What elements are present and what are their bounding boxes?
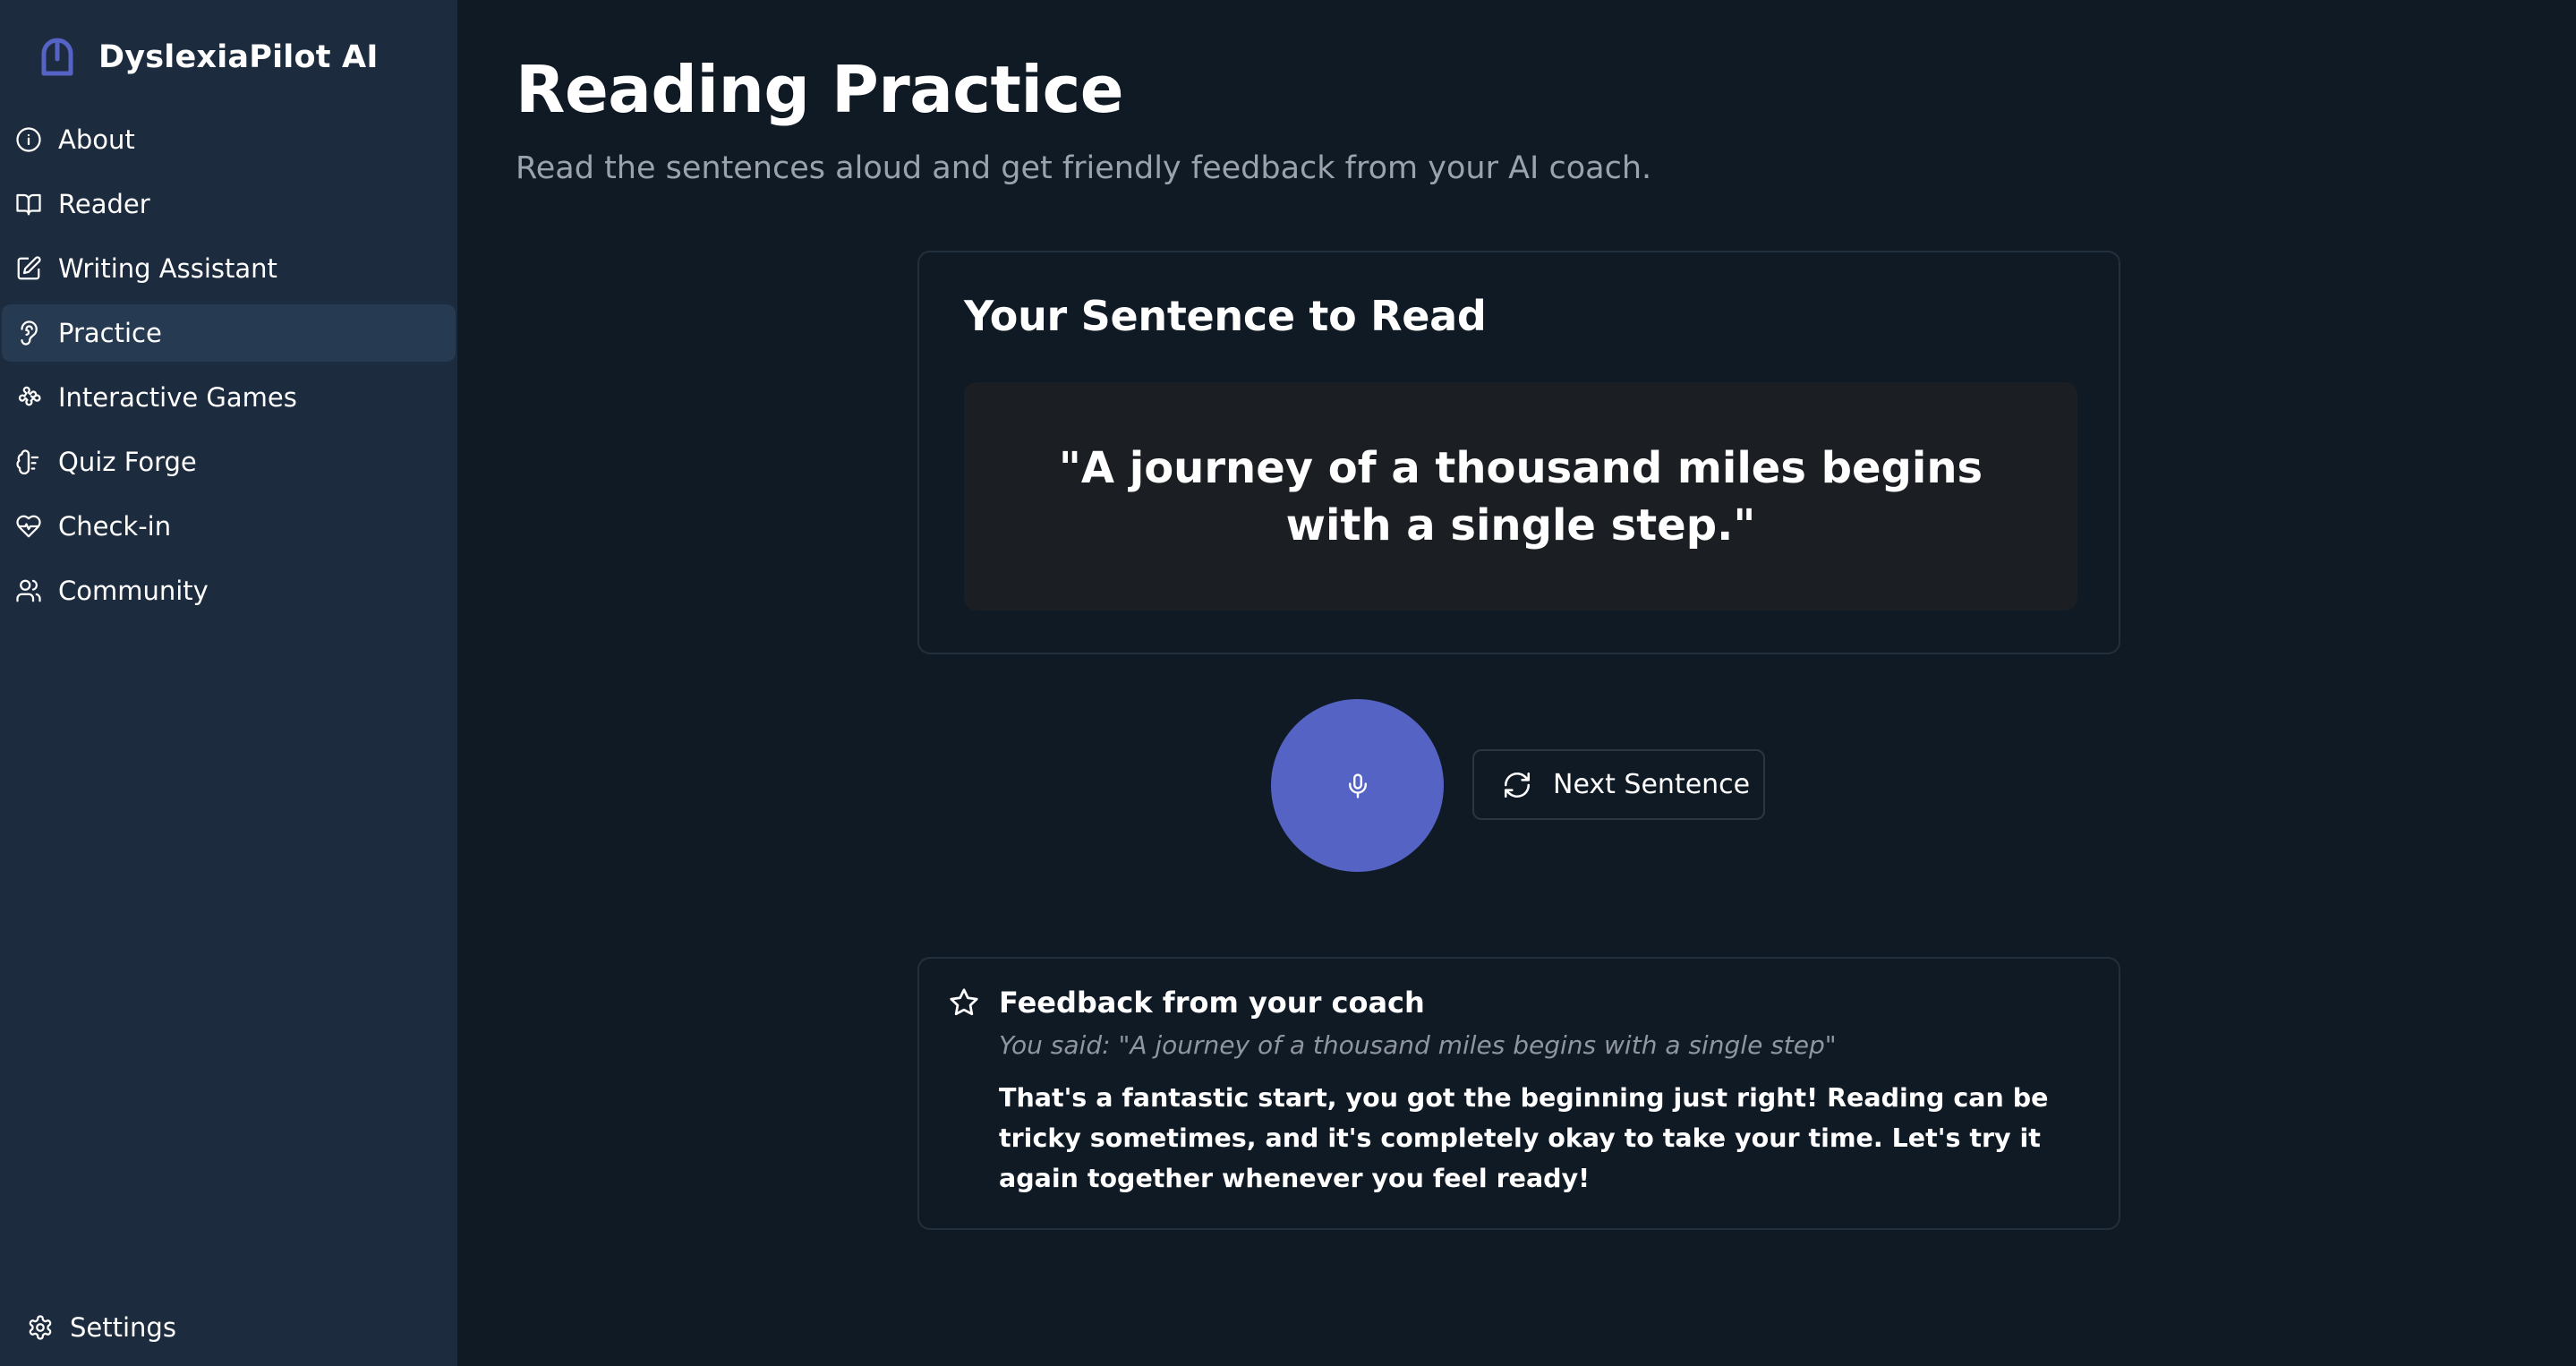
puzzle-icon [15,384,42,411]
sidebar-item-about[interactable]: About [2,111,456,168]
main-content: Reading Practice Read the sentences alou… [457,0,2576,1366]
star-icon [950,988,978,1016]
microphone-icon [1348,773,1367,798]
next-sentence-label: Next Sentence [1553,769,1751,800]
book-open-icon [15,191,42,218]
record-button[interactable] [1271,699,1444,872]
ear-icon [15,320,42,346]
sidebar-item-label: Interactive Games [58,382,297,413]
sidebar-item-label: Community [58,576,209,606]
refresh-icon [1501,769,1533,801]
settings-label: Settings [70,1312,176,1343]
sidebar-item-label: About [58,124,135,155]
page-title: Reading Practice [516,52,1124,127]
sidebar-item-interactive-games[interactable]: Interactive Games [2,369,456,426]
sidebar-item-community[interactable]: Community [2,562,456,619]
users-icon [15,577,42,604]
sidebar: DyslexiaPilot AI About Reader Writing As… [0,0,457,1366]
sidebar-item-check-in[interactable]: Check-in [2,498,456,555]
sentence-card-title: Your Sentence to Read [964,292,1487,340]
info-icon [15,126,42,153]
feedback-card: Feedback from your coach You said: "A jo… [917,957,2120,1230]
brand[interactable]: DyslexiaPilot AI [36,34,379,81]
sidebar-item-quiz-forge[interactable]: Quiz Forge [2,433,456,491]
gear-icon [27,1314,54,1341]
transcript-text: You said: "A journey of a thousand miles… [999,1030,1837,1060]
brain-icon [15,448,42,475]
app-name: DyslexiaPilot AI [98,39,379,75]
sidebar-item-label: Reader [58,189,150,219]
edit-icon [15,255,42,282]
feedback-title: Feedback from your coach [999,986,1425,1020]
sidebar-item-label: Quiz Forge [58,447,197,477]
settings-button[interactable]: Settings [27,1307,176,1348]
feedback-message: That's a fantastic start, you got the be… [999,1083,2049,1193]
sentence-text: "A journey of a thousand miles begins wi… [1058,442,1983,551]
sentence-card: Your Sentence to Read "A journey of a th… [917,251,2120,654]
sidebar-item-label: Check-in [58,511,172,542]
sidebar-item-label: Writing Assistant [58,253,277,284]
logo-icon [41,38,73,76]
sentence-box: "A journey of a thousand miles begins wi… [964,382,2077,610]
next-sentence-button[interactable]: Next Sentence [1472,749,1765,820]
sidebar-item-writing-assistant[interactable]: Writing Assistant [2,240,456,297]
sidebar-item-reader[interactable]: Reader [2,175,456,233]
page-subtitle: Read the sentences aloud and get friendl… [516,150,1652,186]
sidebar-item-practice[interactable]: Practice [2,304,456,362]
sidebar-item-label: Practice [58,318,162,348]
heart-pulse-icon [15,513,42,540]
